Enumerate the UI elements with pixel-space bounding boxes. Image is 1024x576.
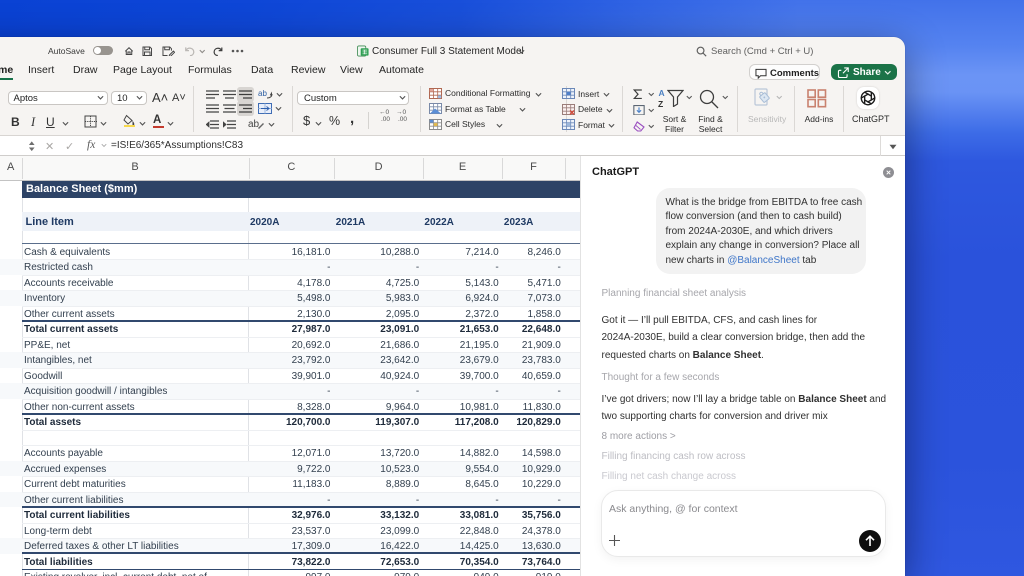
svg-text:ab: ab (258, 89, 267, 98)
svg-text:ab: ab (248, 119, 260, 130)
svg-text:.00: .00 (398, 116, 407, 122)
svg-text:←0: ←0 (379, 109, 390, 116)
svg-text:.00: .00 (381, 116, 390, 122)
svg-text:→0: →0 (396, 109, 407, 116)
